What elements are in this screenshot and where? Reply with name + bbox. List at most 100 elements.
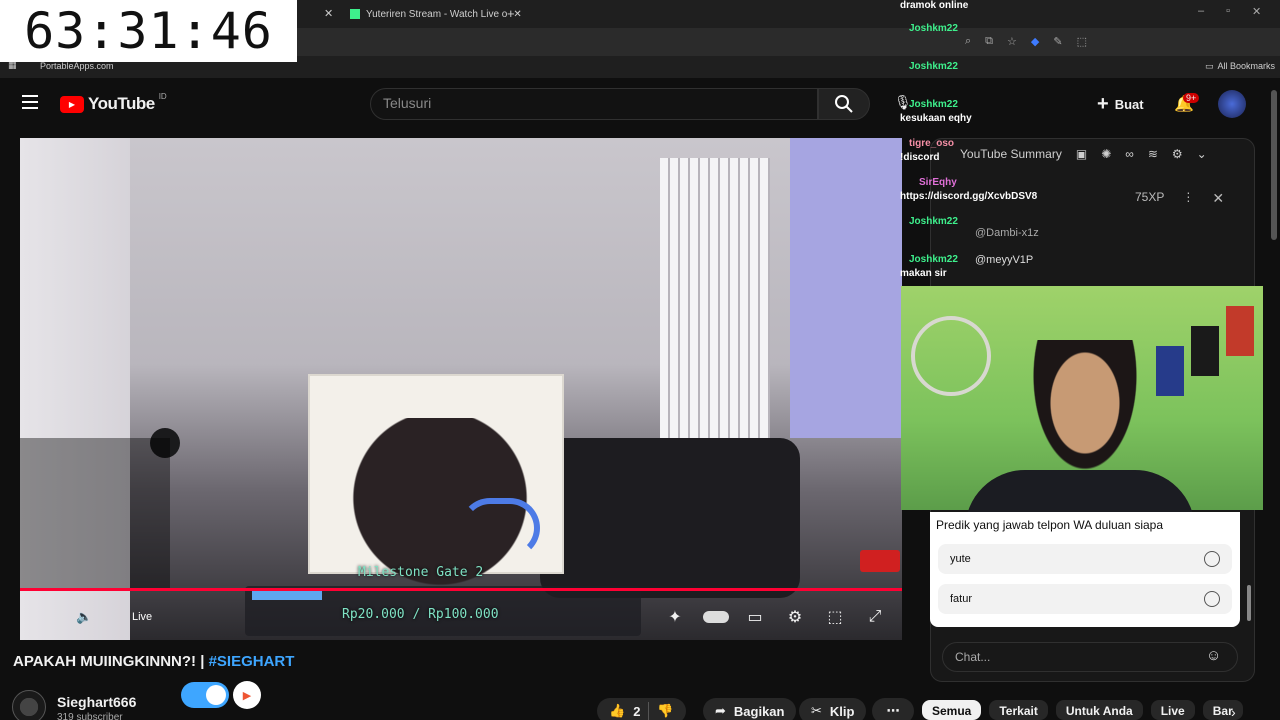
chat-input[interactable]: Chat... <box>942 642 1238 672</box>
thumbs-down-icon[interactable]: 👎 <box>657 703 673 719</box>
radio-icon[interactable] <box>1204 551 1220 567</box>
chevron-down-icon[interactable]: ⌄ <box>1197 147 1207 161</box>
minimize-icon[interactable]: – <box>1198 5 1204 18</box>
video-title: APAKAH MUIINGKINNN?! | #SIEGHART <box>13 653 294 670</box>
all-bookmarks[interactable]: ▭ All Bookmarks <box>1205 61 1275 72</box>
video-title-text: APAKAH MUIINGKINNN?! | <box>13 653 205 670</box>
fan-scene <box>911 316 991 396</box>
poll-option-label: fatur <box>950 593 973 605</box>
live-indicator[interactable]: Live <box>132 611 152 623</box>
share-button[interactable]: ➦ Bagikan <box>703 698 797 720</box>
poll-scrollbar[interactable] <box>1247 585 1251 621</box>
poll-option-label: yute <box>950 553 971 565</box>
camera-icon[interactable]: ▣ <box>1076 147 1087 161</box>
openai-icon[interactable]: ✺ <box>1101 147 1111 161</box>
all-bookmarks-label: All Bookmarks <box>1217 61 1276 71</box>
chat-name: SirEqhy <box>919 177 957 188</box>
window-scene <box>660 158 770 438</box>
bookmark-portableapps[interactable]: PortableApps.com <box>40 61 114 71</box>
radio-icon[interactable] <box>1204 591 1220 607</box>
chat-text: makan sir <box>900 268 947 279</box>
search-icon <box>835 95 853 113</box>
headset-glow <box>460 498 540 558</box>
tab-close-icon[interactable]: ✕ <box>513 9 521 20</box>
page-scrollbar[interactable] <box>1271 90 1277 240</box>
chat-text: !discord <box>900 152 940 163</box>
volume-icon[interactable]: 🔈 <box>76 609 92 625</box>
video-hashtag[interactable]: #SIEGHART <box>209 653 295 670</box>
live-badge-overlay <box>860 550 900 572</box>
gear-icon[interactable]: ⚙ <box>1172 147 1183 161</box>
maximize-icon[interactable]: ▫ <box>1226 5 1230 18</box>
chip-more[interactable]: Bar <box>1202 700 1243 720</box>
chip-related[interactable]: Terkait <box>989 700 1048 720</box>
search-button[interactable] <box>818 88 870 120</box>
new-tab-icon[interactable]: + <box>507 6 515 21</box>
tab-favicon-icon <box>350 9 360 19</box>
more-vert-icon[interactable]: ⋮ <box>1182 190 1194 207</box>
eyedropper-icon[interactable]: ✎ <box>1053 35 1062 48</box>
folder-icon: ▭ <box>1205 61 1214 71</box>
window-controls: – ▫ ✕ <box>1198 5 1261 18</box>
chevron-right-icon[interactable]: › <box>1231 704 1236 720</box>
fullscreen-icon[interactable]: ⤢ <box>864 606 886 628</box>
mention-2[interactable]: @meyyV1P <box>975 254 1033 266</box>
install-icon[interactable]: ⧉ <box>985 35 993 48</box>
clip-button[interactable]: ✂ Klip <box>799 698 867 720</box>
youtube-logo[interactable]: ▶ YouTube ID <box>60 91 167 114</box>
audio-icon[interactable]: ≋ <box>1148 147 1158 161</box>
related-chips: Semua Terkait Untuk Anda Live Bar <box>922 700 1280 720</box>
zoom-icon[interactable]: ⌕ <box>965 35 971 48</box>
star-icon[interactable]: ☆ <box>1007 35 1017 48</box>
sparkle-icon[interactable]: ✦ <box>664 606 686 628</box>
close-window-icon[interactable]: ✕ <box>1252 5 1261 18</box>
create-button[interactable]: + Buat <box>1097 92 1144 116</box>
theater-mode-icon[interactable]: ⬚ <box>824 606 846 628</box>
settings-icon[interactable]: ⚙ <box>784 606 806 628</box>
like-divider <box>648 702 650 720</box>
like-button[interactable]: 👍 2 👎 <box>597 698 686 720</box>
chip-for-you[interactable]: Untuk Anda <box>1055 700 1143 720</box>
prev-tab-close-icon[interactable]: ✕ <box>324 7 333 20</box>
channel-avatar[interactable] <box>12 690 46 720</box>
region-code: ID <box>158 91 167 101</box>
like-count: 2 <box>633 703 641 719</box>
youtube-wordmark: YouTube <box>88 94 155 113</box>
mention-1[interactable]: @Dambi-x1z <box>975 227 1039 239</box>
chat-name: Joshkm22 <box>909 23 958 34</box>
chat-name: dramok online <box>900 0 969 11</box>
milestone-text: Milestone Gate 2 <box>358 565 484 580</box>
extension-badge-icon[interactable]: ▶ <box>233 681 261 709</box>
glasses-icon[interactable]: ∞ <box>1125 147 1134 161</box>
chip-all[interactable]: Semua <box>922 700 982 720</box>
summary-label[interactable]: YouTube Summary <box>960 147 1062 161</box>
more-actions-button[interactable]: ⋯ <box>872 698 914 720</box>
clip-label: Klip <box>829 703 855 719</box>
scissors-icon: ✂ <box>811 703 822 718</box>
chat-name: tigre_oso <box>909 138 955 149</box>
autoplay-toggle-icon[interactable] <box>702 606 730 628</box>
subtitles-icon[interactable]: ▭ <box>744 606 766 628</box>
emoji-icon[interactable]: ☺ <box>1206 647 1221 664</box>
channel-name[interactable]: Sieghart666 <box>57 694 136 710</box>
poll-option[interactable]: fatur <box>938 584 1232 614</box>
puzzle-icon[interactable]: ⬚ <box>1077 35 1087 48</box>
account-avatar[interactable] <box>1218 90 1246 118</box>
extension-icon[interactable]: ◆ <box>1031 35 1039 48</box>
search-input[interactable]: Telusuri <box>370 88 818 120</box>
menu-icon[interactable] <box>22 95 38 109</box>
chat-text: kesukaan eqhy <box>900 113 972 124</box>
youtube-summary-bar: YouTube Summary ▣ ✺ ∞ ≋ ⚙ ⌄ <box>960 147 1207 161</box>
poll-option[interactable]: yute <box>938 544 1232 574</box>
sofa-scene <box>540 438 800 598</box>
stream-timer: 63:31:46 <box>0 0 297 62</box>
donation-text: Rp20.000 / Rp100.000 <box>342 607 499 622</box>
tab-title: Yuteriren Stream - Watch Live o <box>366 8 508 20</box>
close-icon[interactable]: ✕ <box>1212 190 1224 207</box>
browser-tab[interactable]: Yuteriren Stream - Watch Live o ✕ <box>340 3 532 25</box>
toggle-switch[interactable] <box>181 682 229 708</box>
chip-live[interactable]: Live <box>1150 700 1195 720</box>
chat-name: Joshkm22 <box>909 99 958 110</box>
xp-bar: 75XP ⋮ ✕ <box>1135 190 1224 207</box>
share-icon: ➦ <box>715 703 726 718</box>
